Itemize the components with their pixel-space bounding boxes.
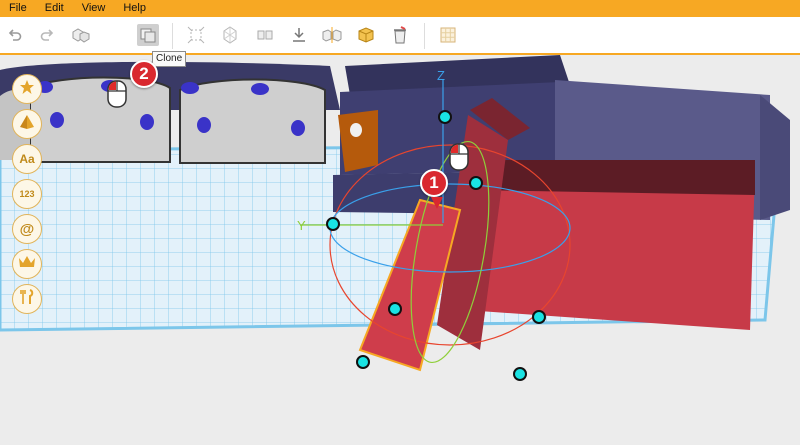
pointer-arrow-icon <box>431 197 443 209</box>
sidebar-item-premium[interactable] <box>12 249 42 279</box>
menu-bar: File Edit View Help <box>0 0 800 17</box>
mirror-icon[interactable] <box>254 24 276 46</box>
align-icon[interactable] <box>185 24 207 46</box>
y-axis-label: Y <box>297 218 306 233</box>
pyramid-icon <box>19 114 35 135</box>
sidebar-item-text[interactable]: Aa <box>12 144 42 174</box>
menu-edit[interactable]: Edit <box>36 0 73 17</box>
menu-file[interactable]: File <box>0 0 36 17</box>
split-icon[interactable] <box>321 24 343 46</box>
group-icon[interactable] <box>70 24 92 46</box>
text-icon: Aa <box>19 152 35 166</box>
toolbar-separator <box>172 23 173 49</box>
numbers-icon: 123 <box>19 189 35 199</box>
clone-icon[interactable] <box>137 24 159 46</box>
tools-icon <box>19 288 35 310</box>
redo-icon[interactable] <box>36 24 58 46</box>
crown-icon <box>18 255 36 274</box>
delete-icon[interactable] <box>389 24 411 46</box>
pattern-icon[interactable] <box>219 24 241 46</box>
gizmo-handle[interactable] <box>326 217 340 231</box>
gizmo-handle[interactable] <box>356 355 370 369</box>
toolbar-separator <box>424 23 425 49</box>
sidebar-item-symbols[interactable]: @ <box>12 214 42 244</box>
sidebar-item-favorites[interactable] <box>12 74 42 104</box>
gizmo-handle[interactable] <box>438 110 452 124</box>
gizmo-handle[interactable] <box>513 367 527 381</box>
z-axis-label: Z <box>437 68 445 83</box>
menu-view[interactable]: View <box>73 0 115 17</box>
3d-viewport[interactable]: Z Y <box>0 55 800 445</box>
star-icon <box>19 79 35 100</box>
download-icon[interactable] <box>288 24 310 46</box>
box-icon[interactable] <box>355 24 377 46</box>
mouse-click-icon <box>448 142 470 172</box>
undo-icon[interactable] <box>4 24 26 46</box>
grid-icon[interactable] <box>437 24 459 46</box>
mouse-click-icon <box>106 79 128 109</box>
gizmo-handle[interactable] <box>469 176 483 190</box>
sidebar-item-tools[interactable] <box>12 284 42 314</box>
step-1-badge: 1 <box>420 169 448 197</box>
menu-help[interactable]: Help <box>114 0 155 17</box>
toolbar <box>0 17 800 55</box>
gizmo-handle[interactable] <box>388 302 402 316</box>
sidebar-item-numbers[interactable]: 123 <box>12 179 42 209</box>
at-icon: @ <box>19 220 35 238</box>
gizmo-handle[interactable] <box>532 310 546 324</box>
step-2-badge: 2 <box>130 60 158 88</box>
clone-tooltip: Clone <box>152 51 187 67</box>
sidebar-item-shapes[interactable] <box>12 109 42 139</box>
